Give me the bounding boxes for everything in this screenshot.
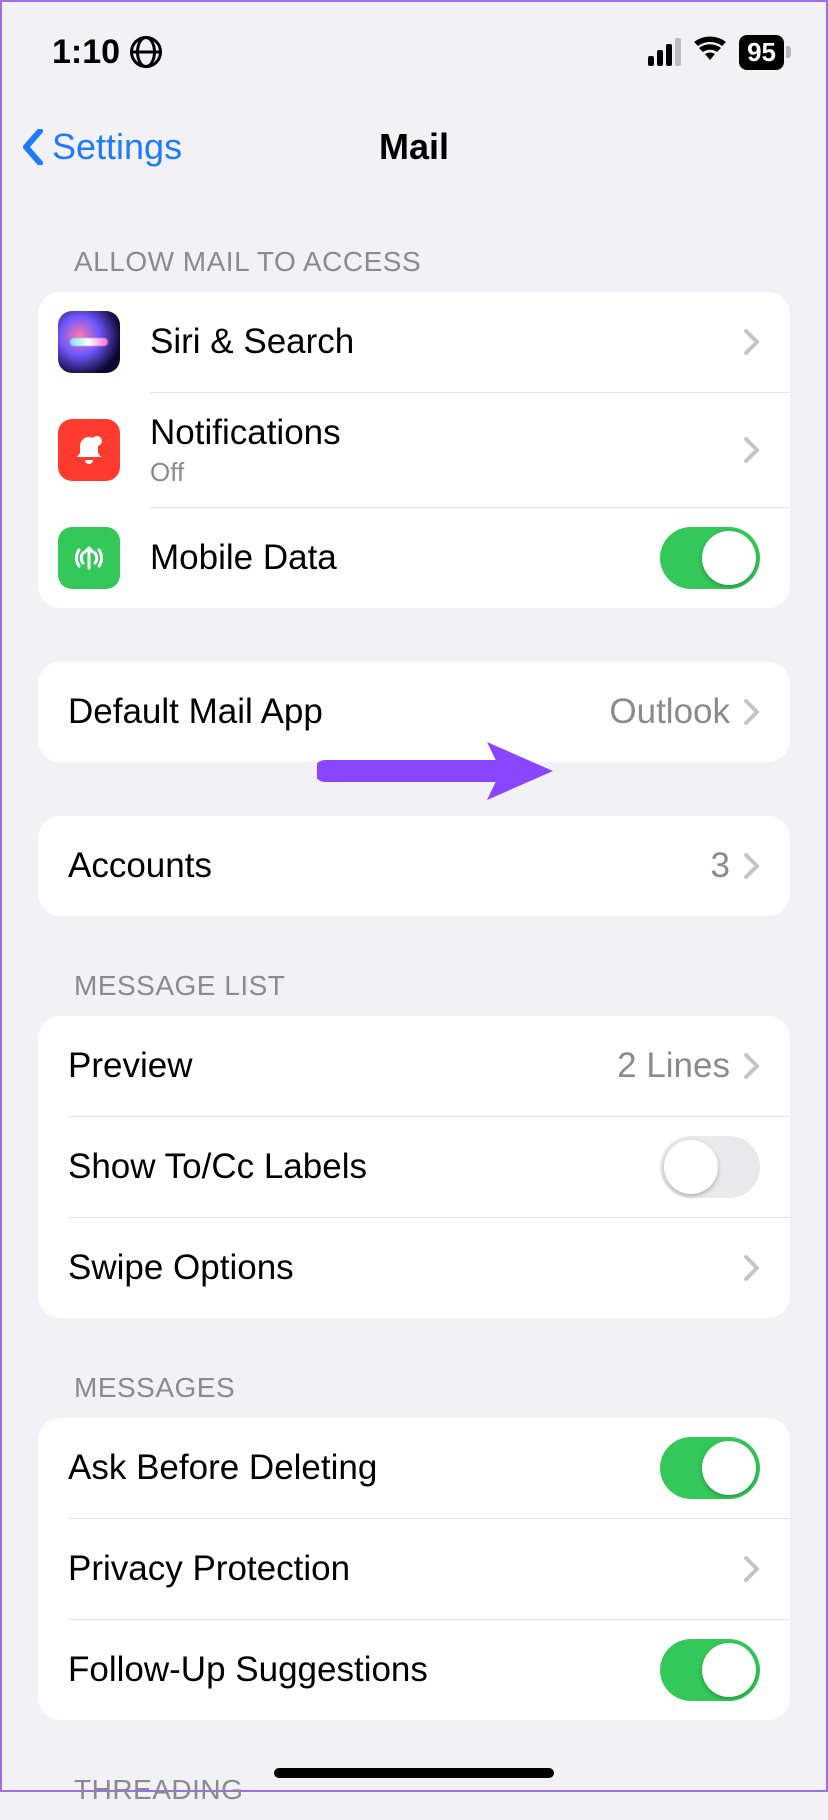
section-header-access: Allow Mail to Access [2,246,826,292]
row-label: Follow-Up Suggestions [68,1650,660,1690]
row-swipe-options[interactable]: Swipe Options [38,1218,790,1318]
row-preview[interactable]: Preview 2 Lines [38,1016,790,1116]
navigation-bar: Settings Mail [2,102,826,192]
status-bar: 1:10 95 [2,2,826,102]
chevron-right-icon [744,1053,760,1079]
row-value: 3 [711,846,730,886]
chevron-right-icon [744,329,760,355]
wifi-icon [693,35,727,69]
row-show-tocc: Show To/Cc Labels [38,1117,790,1217]
row-follow-up-suggestions: Follow-Up Suggestions [38,1620,790,1720]
row-sublabel: Off [150,457,744,488]
row-value: 2 Lines [617,1046,730,1086]
toggle-follow-up[interactable] [660,1639,760,1701]
chevron-right-icon [744,699,760,725]
row-default-mail-app[interactable]: Default Mail App Outlook [38,662,790,762]
row-label: Show To/Cc Labels [68,1147,660,1187]
row-label: Swipe Options [68,1248,744,1288]
section-header-messages: Messages [2,1372,826,1418]
mobile-data-icon [58,527,120,589]
toggle-mobile-data[interactable] [660,527,760,589]
row-label: Default Mail App [68,692,609,732]
row-value: Outlook [609,692,730,732]
row-label: Siri & Search [150,322,744,362]
siri-icon [58,311,120,373]
row-label: Ask Before Deleting [68,1448,660,1488]
row-label: Mobile Data [150,538,660,578]
toggle-show-tocc[interactable] [660,1136,760,1198]
chevron-right-icon [744,1255,760,1281]
battery-indicator: 95 [739,35,784,70]
status-time: 1:10 [52,33,120,72]
section-header-message-list: Message List [2,970,826,1016]
row-mobile-data: Mobile Data [38,508,790,608]
row-ask-before-deleting: Ask Before Deleting [38,1418,790,1518]
page-title: Mail [2,126,826,168]
group-message-list: Preview 2 Lines Show To/Cc Labels Swipe … [38,1016,790,1318]
group-accounts: Accounts 3 [38,816,790,916]
row-label: Notifications [150,413,744,453]
chevron-right-icon [744,437,760,463]
notifications-icon [58,419,120,481]
row-accounts[interactable]: Accounts 3 [38,816,790,916]
row-siri-search[interactable]: Siri & Search [38,292,790,392]
chevron-right-icon [744,853,760,879]
home-indicator [274,1768,554,1778]
location-globe-icon [130,36,162,68]
group-default-app: Default Mail App Outlook [38,662,790,762]
group-messages: Ask Before Deleting Privacy Protection F… [38,1418,790,1720]
row-label: Preview [68,1046,617,1086]
section-header-threading: Threading [2,1774,826,1820]
toggle-ask-before-deleting[interactable] [660,1437,760,1499]
row-label: Privacy Protection [68,1549,744,1589]
row-label: Accounts [68,846,711,886]
cellular-signal-icon [648,38,681,66]
chevron-right-icon [744,1556,760,1582]
row-notifications[interactable]: Notifications Off [38,393,790,507]
group-access: Siri & Search Notifications Off Mobile D [38,292,790,608]
row-privacy-protection[interactable]: Privacy Protection [38,1519,790,1619]
